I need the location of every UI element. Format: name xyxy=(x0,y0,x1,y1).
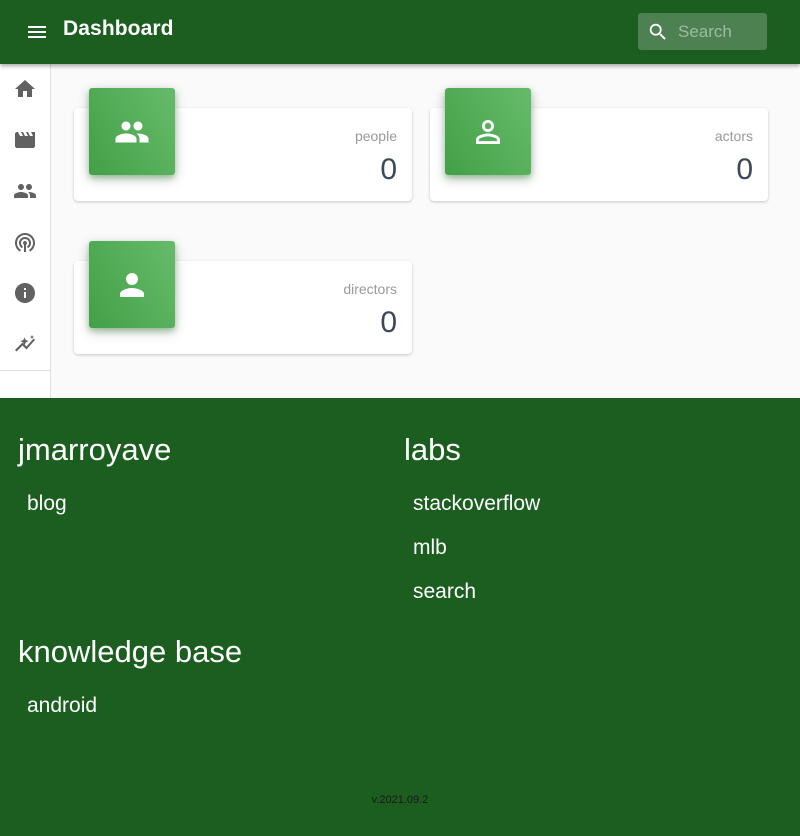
card-value: 0 xyxy=(380,306,397,339)
info-icon xyxy=(15,283,35,303)
footer: jmarroyave blog labs stackoverflow mlb s… xyxy=(0,398,800,836)
footer-link-blog[interactable]: blog xyxy=(27,492,67,516)
sidebar xyxy=(0,64,51,398)
sidebar-item-info[interactable] xyxy=(0,269,50,317)
dashboard-content: people 0 actors 0 directors 0 xyxy=(51,64,800,398)
footer-link-search[interactable]: search xyxy=(413,580,476,604)
card-label: directors xyxy=(343,281,397,297)
sidebar-item-trends[interactable] xyxy=(0,320,50,368)
people-icon xyxy=(14,184,36,198)
stat-card-directors: directors 0 xyxy=(74,241,412,354)
sidebar-divider xyxy=(0,370,50,371)
sidebar-item-movies[interactable] xyxy=(0,116,50,164)
card-label: actors xyxy=(714,128,753,144)
footer-link-mlb[interactable]: mlb xyxy=(413,536,447,560)
footer-link-stackoverflow[interactable]: stackoverflow xyxy=(413,492,540,516)
person-icon xyxy=(89,241,175,328)
trending-icon xyxy=(15,335,35,352)
stat-card-people: people 0 xyxy=(74,88,412,201)
footer-heading-jmarroyave: jmarroyave xyxy=(18,432,172,467)
people-icon xyxy=(89,88,175,175)
movie-icon xyxy=(15,132,35,148)
footer-heading-knowledge-base: knowledge base xyxy=(18,634,243,669)
page-title: Dashboard xyxy=(63,17,174,40)
search-icon xyxy=(647,21,669,43)
version-label: v.2021.09.2 xyxy=(371,794,429,806)
sidebar-item-people[interactable] xyxy=(0,167,50,215)
podcast-icon xyxy=(15,233,35,252)
home-icon xyxy=(15,80,35,97)
card-value: 0 xyxy=(736,153,753,186)
sidebar-item-podcast[interactable] xyxy=(0,218,50,266)
app-bar: Dashboard xyxy=(0,0,800,64)
stat-card-actors: actors 0 xyxy=(430,88,768,201)
person-outline-icon xyxy=(445,88,531,175)
card-label: people xyxy=(354,128,397,144)
search-input[interactable] xyxy=(678,13,764,50)
footer-link-android[interactable]: android xyxy=(27,694,97,718)
menu-icon[interactable] xyxy=(24,20,50,44)
search-box[interactable] xyxy=(638,13,767,50)
footer-heading-labs: labs xyxy=(404,432,461,467)
sidebar-item-home[interactable] xyxy=(0,65,50,113)
card-value: 0 xyxy=(380,153,397,186)
